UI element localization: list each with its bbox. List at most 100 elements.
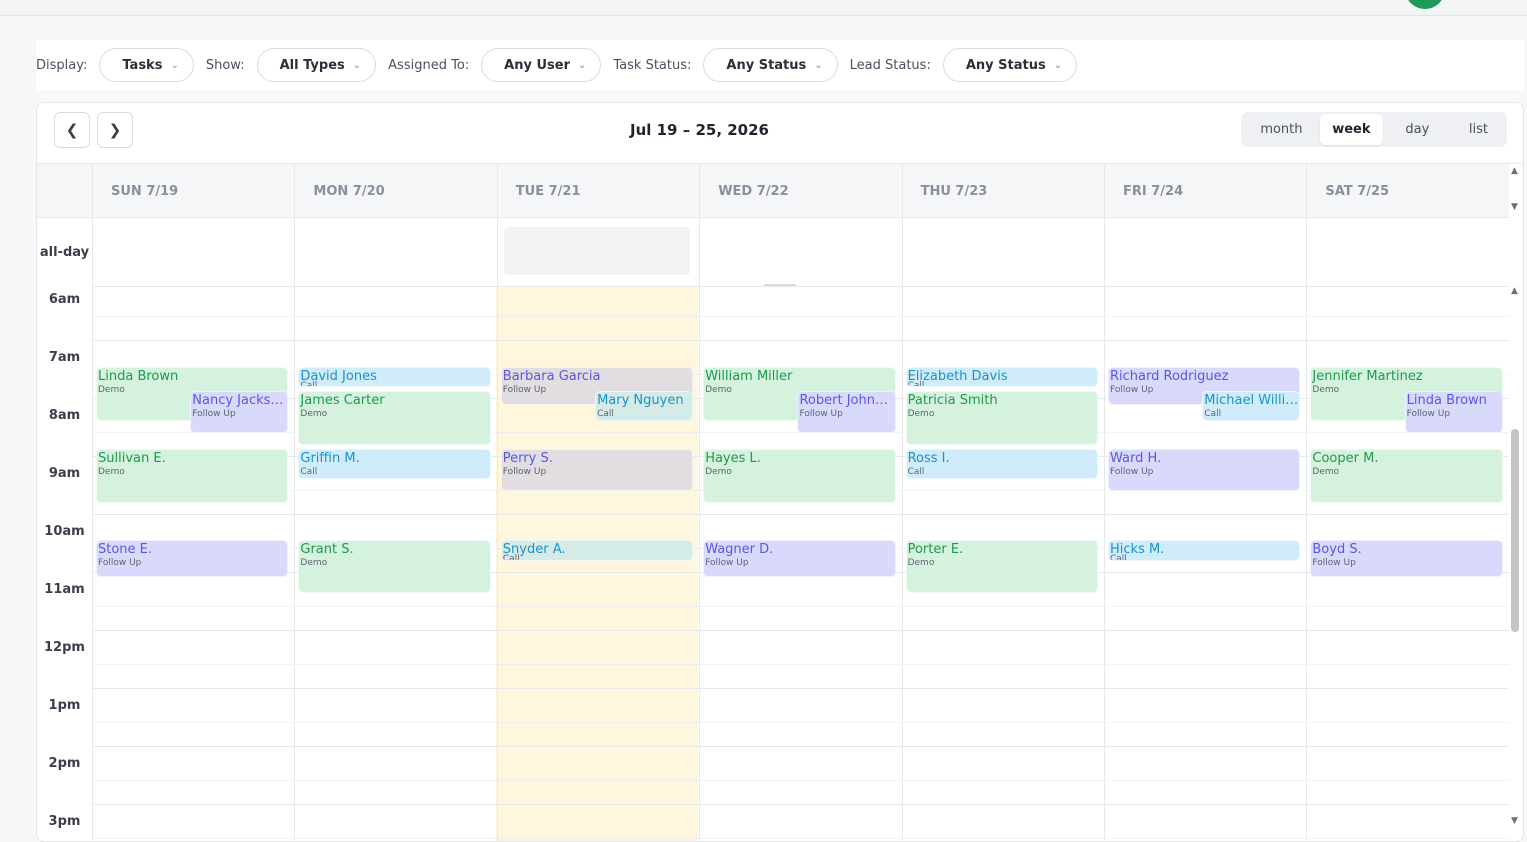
day-header-6[interactable]: SAT 7/25 (1325, 184, 1389, 199)
scroll-down-icon[interactable]: ▼ (1511, 202, 1518, 212)
view-list-button[interactable]: list (1452, 114, 1505, 145)
scroll-up-icon[interactable]: ▲ (1511, 166, 1518, 176)
column-divider (699, 218, 701, 841)
prev-week-button[interactable]: ❮ (54, 112, 90, 148)
task-status-dropdown[interactable]: Any Status ⌄ (703, 48, 838, 82)
chevron-down-icon: ⌄ (1053, 59, 1063, 71)
time-label: 9am (48, 466, 81, 481)
half-hour-gridline (92, 722, 1509, 723)
vertical-scrollbar[interactable]: ▲ ▼ ▲ ▼ (1509, 164, 1523, 832)
event-type: Demo (705, 467, 732, 478)
calendar-event[interactable]: Ward H. Follow Up (1108, 449, 1301, 491)
event-title: James Carter (300, 393, 385, 409)
view-switcher: month week day list (1241, 112, 1507, 147)
event-title: Sullivan E. (98, 451, 166, 467)
task-status-label: Task Status: (613, 57, 692, 73)
calendar-event[interactable]: Cooper M. Demo (1310, 449, 1503, 504)
scroll-down-icon[interactable]: ▼ (1511, 816, 1518, 826)
calendar-event[interactable]: Hicks M. Call (1108, 539, 1301, 562)
assigned-to-dropdown[interactable]: Any User ⌄ (481, 48, 602, 82)
column-divider (1306, 218, 1308, 841)
event-type: Follow Up (1110, 467, 1154, 478)
chevron-left-icon: ❮ (65, 121, 79, 139)
assigned-to-label: Assigned To: (388, 57, 470, 73)
hour-gridline (92, 340, 1509, 341)
display-dropdown[interactable]: Tasks ⌄ (99, 48, 194, 82)
calendar-event[interactable]: Stone E. Follow Up (96, 539, 289, 577)
show-dropdown[interactable]: All Types ⌄ (256, 48, 377, 82)
calendar-event[interactable]: Patricia Smith Demo (905, 391, 1098, 446)
chevron-down-icon: ⌄ (170, 59, 179, 71)
time-label: 2pm (48, 756, 81, 771)
calendar-event[interactable]: David Jones Call (298, 367, 491, 388)
calendar-event[interactable]: Sullivan E. Demo (96, 449, 289, 504)
display-value: Tasks (122, 57, 163, 73)
allday-event-placeholder[interactable] (504, 227, 690, 275)
time-label: 1pm (48, 698, 81, 713)
event-type: Call (907, 467, 925, 478)
chevron-down-icon: ⌄ (814, 59, 823, 71)
event-type: Follow Up (1312, 557, 1356, 568)
calendar-event[interactable]: Snyder A. Call (500, 539, 694, 562)
calendar-event[interactable]: Wagner D. Follow Up (703, 539, 896, 577)
date-range-text: Jul 19 – 25, 2026 (630, 121, 769, 139)
view-month-button[interactable]: month (1243, 114, 1320, 145)
event-title: Stone E. (98, 541, 153, 557)
calendar-event[interactable]: Perry S. Follow Up (500, 449, 694, 491)
event-title: Hayes L. (705, 451, 761, 467)
hour-gridline (92, 688, 1509, 689)
calendar-event[interactable]: James Carter Demo (298, 391, 491, 446)
event-title: Grant S. (300, 541, 354, 557)
half-hour-gridline (92, 780, 1509, 781)
day-header-3[interactable]: WED 7/22 (718, 184, 788, 199)
day-header-1[interactable]: MON 7/20 (313, 184, 384, 199)
event-title: Richard Rodriguez (1110, 369, 1229, 384)
column-divider (294, 218, 296, 841)
day-header-0[interactable]: SUN 7/19 (111, 184, 178, 199)
calendar-event[interactable]: Robert John… Follow Up (797, 391, 896, 433)
column-divider (1104, 164, 1105, 217)
time-label: 7am (48, 350, 81, 365)
event-title: William Miller (705, 369, 793, 384)
event-type: Demo (1312, 467, 1340, 478)
event-title: Griffin M. (300, 451, 360, 467)
calendar-event[interactable]: Griffin M. Call (298, 449, 491, 479)
scrollbar-thumb[interactable] (1511, 429, 1519, 632)
event-type: Call (1204, 409, 1222, 420)
calendar-event[interactable]: Porter E. Demo (905, 539, 1098, 594)
half-hour-gridline (92, 316, 1509, 317)
day-header-row: SUN 7/19 MON 7/20 TUE 7/21 WED 7/22 THU 7/23… (37, 164, 1509, 218)
next-week-button[interactable]: ❯ (97, 112, 133, 148)
day-header-2[interactable]: TUE 7/21 (516, 184, 581, 199)
time-label: 3pm (48, 814, 81, 829)
event-type: Follow Up (192, 409, 236, 420)
event-type: Follow Up (705, 557, 749, 568)
calendar-event[interactable]: Nancy Jacks… Follow Up (190, 391, 289, 433)
column-divider (901, 164, 903, 217)
event-title: Linda Brown (98, 369, 179, 384)
column-divider (496, 164, 498, 217)
day-header-4[interactable]: THU 7/23 (921, 184, 988, 199)
calendar-event[interactable]: Boyd S. Follow Up (1310, 539, 1503, 577)
calendar-toolbar: ❮ ❯ Jul 19 – 25, 2026 month week day list (37, 103, 1523, 164)
day-header-5[interactable]: FRI 7/24 (1123, 184, 1183, 199)
calendar-event[interactable]: Grant S. Demo (298, 539, 491, 594)
calendar-event[interactable]: Ross I. Call (905, 449, 1098, 479)
view-week-button[interactable]: week (1319, 114, 1383, 145)
calendar-event[interactable]: Elizabeth Davis Call (905, 367, 1098, 388)
hour-gridline (92, 804, 1509, 805)
event-type: Follow Up (502, 467, 547, 478)
calendar-event[interactable]: Hayes L. Demo (703, 449, 896, 504)
scroll-up-icon[interactable]: ▲ (1511, 286, 1518, 296)
event-title: Nancy Jacks… (192, 393, 284, 409)
calendar-event[interactable]: Mary Nguyen Call (595, 391, 694, 421)
show-label: Show: (205, 57, 245, 73)
top-bar (0, 0, 1527, 16)
event-type: Follow Up (1406, 409, 1451, 420)
view-day-button[interactable]: day (1383, 114, 1452, 145)
calendar-event[interactable]: Michael Willi… Call (1202, 391, 1301, 421)
calendar-event[interactable]: Linda Brown Follow Up (1404, 391, 1503, 433)
event-title: Boyd S. (1312, 541, 1362, 557)
lead-status-dropdown[interactable]: Any Status ⌄ (942, 48, 1078, 82)
event-title: Perry S. (502, 451, 553, 467)
